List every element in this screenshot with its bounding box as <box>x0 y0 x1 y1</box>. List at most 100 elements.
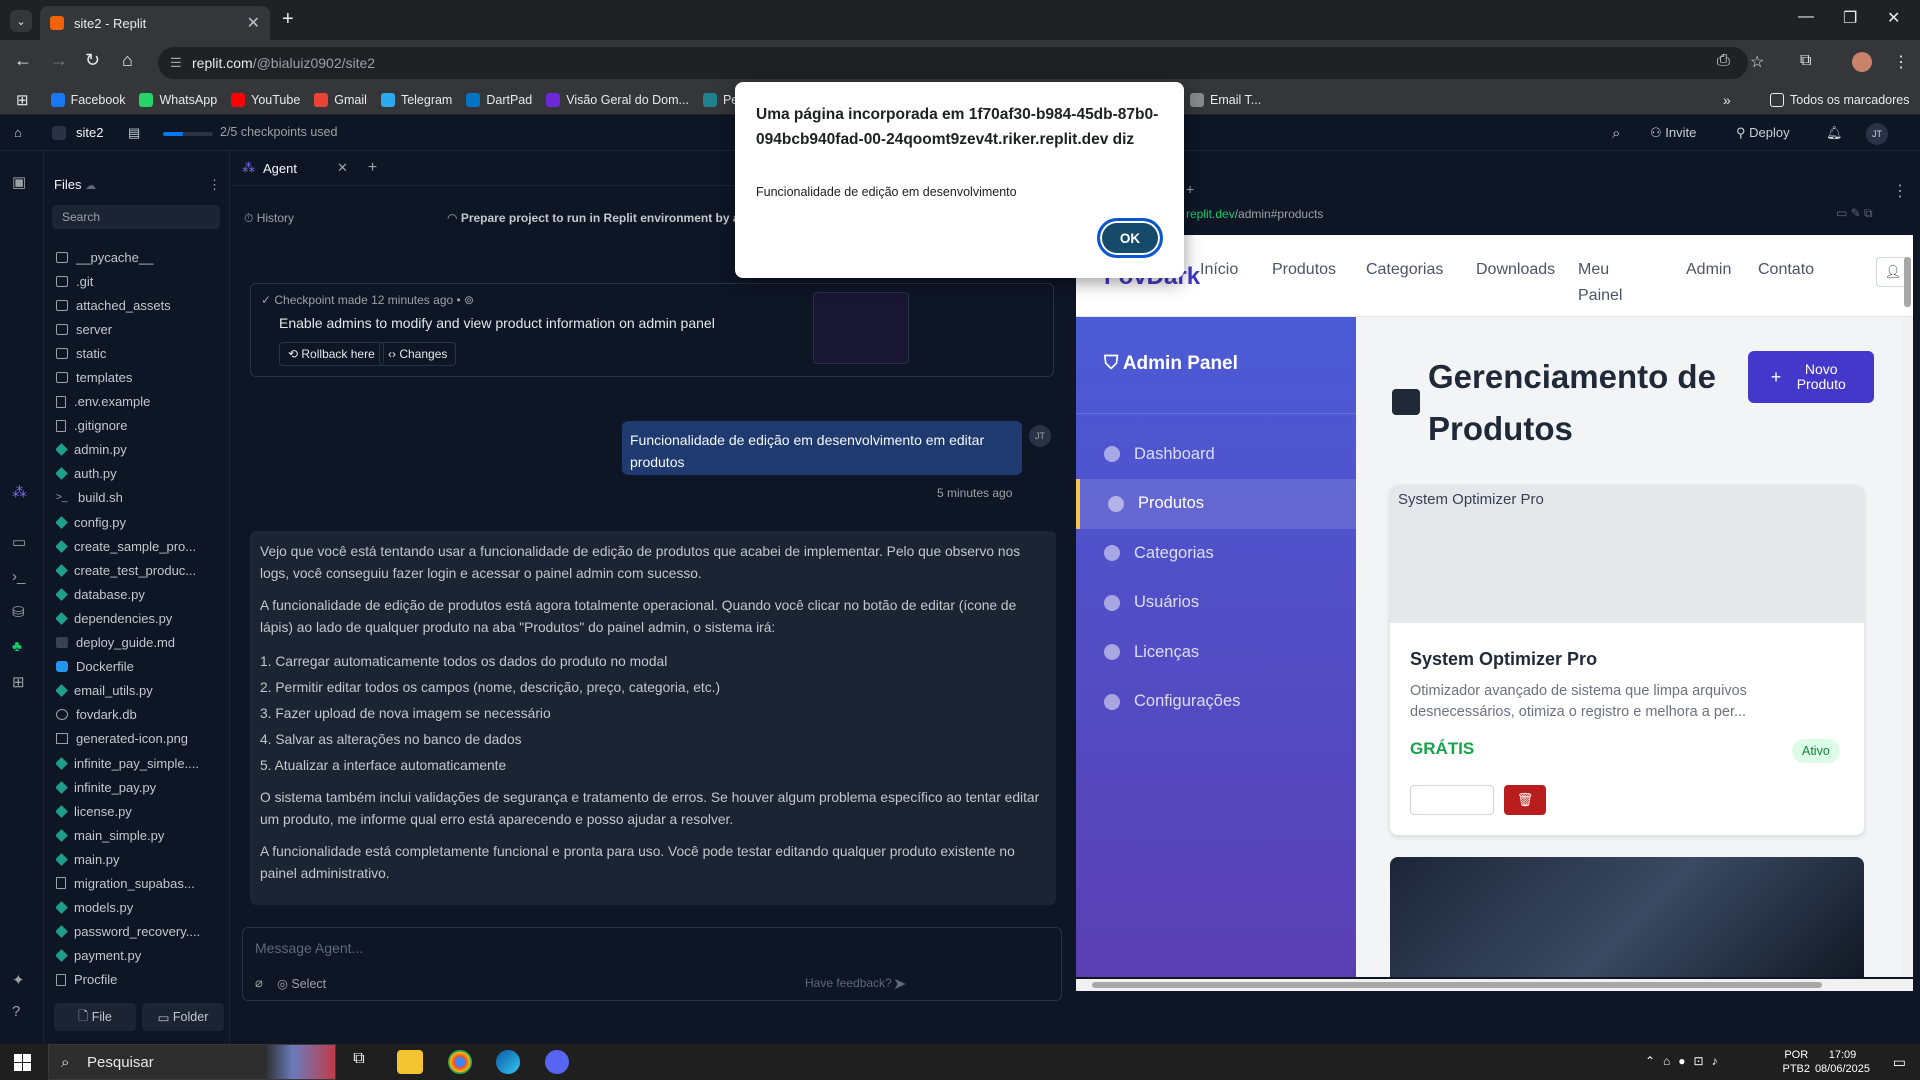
bookmark-item[interactable]: Email T... <box>1190 92 1261 107</box>
files-menu-icon[interactable]: ⋮ <box>208 177 221 193</box>
file-tree-item[interactable]: dependencies.py <box>56 606 216 630</box>
file-tree-item[interactable]: auth.py <box>56 462 216 486</box>
taskbar-search[interactable]: ⌕ Pesquisar <box>48 1044 336 1080</box>
delete-product-button[interactable]: 🗑︎ <box>1504 785 1546 815</box>
file-tree-item[interactable]: admin.py <box>56 438 216 462</box>
file-tree-item[interactable]: .git <box>56 269 216 293</box>
file-tree-item[interactable]: .gitignore <box>56 414 216 438</box>
rollback-button[interactable]: ⟲ Rollback here <box>279 342 384 366</box>
webview-menu-icon[interactable]: ⋮ <box>1892 181 1908 201</box>
webview-url[interactable]: replit.dev/admin#products <box>1186 207 1323 221</box>
file-tree-item[interactable]: attached_assets <box>56 293 216 317</box>
invite-button[interactable]: ⚇ Invite <box>1650 125 1696 141</box>
profile-avatar[interactable] <box>1852 52 1872 72</box>
chrome-menu-icon[interactable]: ⋮ <box>1893 52 1909 72</box>
bookmark-item[interactable]: Visão Geral do Dom... <box>546 92 689 107</box>
admin-menu-item[interactable]: Produtos <box>1076 478 1356 529</box>
admin-menu-item[interactable]: Categorias <box>1076 528 1356 578</box>
bookmark-item[interactable]: WhatsApp <box>139 92 217 107</box>
user-avatar[interactable]: JT <box>1866 123 1888 145</box>
close-tab-icon[interactable]: ✕ <box>247 13 260 33</box>
preview-icon[interactable]: ▭ <box>12 533 26 551</box>
checkpoint-thumbnail[interactable] <box>813 292 909 364</box>
file-tree-item[interactable]: __pycache__ <box>56 245 216 269</box>
site-nav-link[interactable]: Contato <box>1758 257 1814 283</box>
input-language[interactable]: POR PTB2 <box>1782 1048 1810 1076</box>
select-button[interactable]: ◎ Select <box>277 976 326 991</box>
history-button[interactable]: ⏱ History <box>244 211 294 226</box>
bookmark-item[interactable]: Facebook <box>50 92 125 107</box>
file-tree-item[interactable]: create_test_produc... <box>56 558 216 582</box>
sparkle-icon[interactable]: ✦ <box>12 971 25 989</box>
shell-icon[interactable]: ›_ <box>12 568 25 585</box>
home-icon[interactable]: ⌂ <box>14 125 22 140</box>
close-window-icon[interactable]: ✕ <box>1887 8 1900 28</box>
bookmark-item[interactable]: YouTube <box>231 92 300 107</box>
file-tree-item[interactable]: main_simple.py <box>56 823 216 847</box>
more-bookmarks-icon[interactable]: » <box>1723 92 1731 108</box>
back-icon[interactable]: ← <box>14 50 32 71</box>
bookmark-item[interactable]: Gmail <box>314 92 367 107</box>
site-nav-link[interactable]: Downloads <box>1476 257 1555 283</box>
extensions-icon[interactable]: ⧉ <box>1800 52 1811 70</box>
omnibox[interactable]: ☰ replit.com/@bialuiz0902/site2 <box>158 47 1748 79</box>
file-tree-item[interactable]: infinite_pay.py <box>56 775 216 799</box>
restore-icon[interactable]: ❐ <box>1843 8 1857 28</box>
file-tree-item[interactable]: static <box>56 341 216 365</box>
file-tree-item[interactable]: migration_supabas... <box>56 871 216 895</box>
file-tree-item[interactable]: deploy_guide.md <box>56 631 216 655</box>
file-tree-item[interactable]: models.py <box>56 896 216 920</box>
file-tree-item[interactable]: payment.py <box>56 944 216 968</box>
minimize-icon[interactable]: — <box>1798 8 1814 26</box>
new-tab-icon[interactable]: + <box>282 8 294 31</box>
file-tree-item[interactable]: create_sample_pro... <box>56 534 216 558</box>
file-tree-item[interactable]: Procfile <box>56 968 216 992</box>
site-nav-link[interactable]: Produtos <box>1272 257 1336 283</box>
system-tray-icons[interactable]: ⌃⌂●⊡♪ <box>1645 1054 1726 1068</box>
tab-agent[interactable]: ⁂ Agent ✕ + <box>242 151 377 185</box>
file-tree-item[interactable]: email_utils.py <box>56 679 216 703</box>
admin-menu-item[interactable]: Configurações <box>1076 677 1356 727</box>
attach-icon[interactable]: ⌀ <box>255 975 263 991</box>
agent-icon[interactable]: ⁂ <box>12 483 27 501</box>
edit-product-button[interactable] <box>1410 785 1494 815</box>
forward-icon[interactable]: → <box>50 50 68 71</box>
file-tree-item[interactable]: >_ build.sh <box>56 486 216 510</box>
notification-center-icon[interactable]: ▭ <box>1893 1054 1906 1071</box>
files-search-input[interactable]: Search <box>52 205 220 229</box>
devtools-icons[interactable]: ▭ ✎ ⧉ <box>1836 206 1873 221</box>
help-icon[interactable]: ? <box>12 1003 20 1020</box>
bookmark-item[interactable]: Telegram <box>380 92 452 107</box>
database-icon[interactable]: ⛁ <box>12 603 25 621</box>
tab-search-icon[interactable]: ⌄ <box>10 10 32 32</box>
task-view-icon[interactable]: ⧉ <box>346 1050 372 1074</box>
start-icon[interactable] <box>14 1054 31 1071</box>
new-folder-button[interactable]: ▭ Folder <box>142 1003 224 1031</box>
file-tree-item[interactable]: database.py <box>56 582 216 606</box>
reload-icon[interactable]: ↻ <box>85 50 100 71</box>
admin-menu-item[interactable]: Dashboard <box>1076 429 1356 479</box>
file-tree-item[interactable]: .env.example <box>56 390 216 414</box>
chrome-icon[interactable] <box>448 1050 472 1074</box>
edge-icon[interactable] <box>496 1050 520 1074</box>
webview-add-tab-icon[interactable]: + <box>1186 181 1194 197</box>
file-tree-item[interactable]: templates <box>56 365 216 389</box>
feedback-link[interactable]: Have feedback? <box>805 976 892 990</box>
message-composer[interactable]: Message Agent... ⌀ ◎ Select Have feedbac… <box>242 927 1062 1001</box>
file-tree-item[interactable]: infinite_pay_simple.... <box>56 751 216 775</box>
browser-tab[interactable]: site2 - Replit ✕ <box>40 6 270 40</box>
admin-menu-item[interactable]: Usuários <box>1076 578 1356 628</box>
site-info-icon[interactable]: ☰ <box>170 55 182 71</box>
site-nav-link[interactable]: Início <box>1200 257 1238 283</box>
send-icon[interactable]: ➤ <box>893 974 906 994</box>
ok-button[interactable]: OK <box>1097 218 1163 258</box>
changes-button[interactable]: ‹› Changes <box>379 342 457 366</box>
all-tools-icon[interactable]: ⊞ <box>12 673 25 691</box>
add-tab-icon[interactable]: + <box>368 159 377 177</box>
file-tree-item[interactable]: Dockerfile <box>56 655 216 679</box>
discord-icon[interactable] <box>545 1050 569 1074</box>
site-nav-link[interactable]: Meu Painel <box>1578 257 1628 309</box>
site-nav-link[interactable]: Categorias <box>1366 257 1443 283</box>
vertical-scrollbar[interactable] <box>1902 257 1913 977</box>
file-tree-item[interactable]: password_recovery.... <box>56 920 216 944</box>
